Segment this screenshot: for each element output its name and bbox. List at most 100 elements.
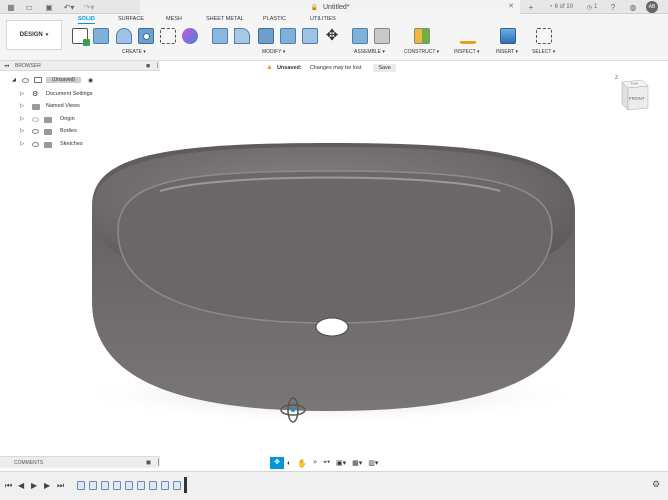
extrude-icon[interactable] [93, 28, 109, 44]
timeline-feature-sketch[interactable] [77, 481, 85, 490]
timeline-settings-icon[interactable]: ⚙ [652, 479, 660, 490]
comments-pin-icon[interactable]: ▕ [154, 459, 159, 466]
expand-arrow-icon[interactable]: ◢ [12, 77, 16, 83]
new-component-icon[interactable] [352, 28, 368, 44]
visibility-eye-icon[interactable] [32, 129, 39, 134]
browser-settings-icon[interactable]: ◼ [146, 63, 150, 69]
rectangular-pattern-icon[interactable] [160, 28, 176, 44]
construct-menu[interactable]: CONSTRUCT ▾ [404, 49, 439, 55]
user-avatar[interactable]: AB [646, 1, 658, 13]
help-icon[interactable]: ? [608, 2, 618, 12]
save-link[interactable]: Save [373, 63, 396, 72]
tab-surface[interactable]: SURFACE [118, 16, 144, 22]
select-window-icon[interactable] [536, 28, 552, 44]
browser-title: BROWSER [15, 63, 41, 69]
timeline-marker[interactable] [184, 477, 187, 493]
insert-image-icon[interactable] [500, 28, 516, 44]
browser-item-document-settings[interactable]: ▷ ⚙ Document Settings [0, 89, 160, 100]
tab-sheet-metal[interactable]: SHEET METAL [206, 16, 244, 22]
form-icon[interactable] [182, 28, 198, 44]
undo-icon[interactable]: ↶▾ [62, 2, 76, 12]
globe-icon[interactable]: ◍ [628, 2, 638, 12]
press-pull-icon[interactable] [212, 28, 228, 44]
play-icon[interactable]: ▶ [31, 481, 37, 490]
workspace-switcher[interactable]: DESIGN ▾ [6, 20, 62, 50]
create-menu[interactable]: CREATE ▾ [122, 49, 146, 55]
joint-icon[interactable] [374, 28, 390, 44]
visibility-eye-icon[interactable] [22, 78, 29, 83]
app-grid-icon[interactable]: ▦ [6, 2, 16, 12]
timeline-feature-hole[interactable] [149, 481, 157, 490]
browser-item-bodies[interactable]: ▷ Bodies [0, 126, 160, 137]
save-icon[interactable]: ▣ [44, 2, 54, 12]
orbit-icon[interactable]: ✥ [270, 457, 284, 469]
comments-panel[interactable]: COMMENTS ◼ ▕ [0, 456, 160, 468]
display-settings-icon[interactable]: ▣▾ [336, 459, 346, 467]
timeline-feature-sketch[interactable] [89, 481, 97, 490]
viewports-icon[interactable]: ▥▾ [368, 459, 378, 467]
close-tab-icon[interactable]: ✕ [508, 2, 514, 10]
browser-item-sketches[interactable]: ▷ Sketches [0, 139, 160, 150]
fillet-icon[interactable] [234, 28, 250, 44]
shell-icon[interactable] [258, 28, 274, 44]
tab-plastic[interactable]: PLASTIC [263, 16, 286, 22]
browser-item-label: Document Settings [46, 91, 93, 97]
timeline-feature-fillet[interactable] [125, 481, 133, 490]
job-status-text: 6 of 10 [554, 4, 573, 10]
tab-mesh[interactable]: MESH [166, 16, 182, 22]
browser-item-named-views[interactable]: ▷ Named Views [0, 101, 160, 112]
zoom-icon[interactable]: ⌕ [313, 459, 317, 467]
timeline-feature-extrude[interactable] [101, 481, 109, 490]
grid-settings-icon[interactable]: ▦▾ [352, 459, 362, 467]
view-cube[interactable]: Z TOP FRONT [615, 75, 650, 114]
expand-arrow-icon[interactable]: ▷ [20, 128, 24, 134]
document-tab[interactable]: 🔒 Untitled* ✕ [140, 0, 520, 14]
hole-icon[interactable] [138, 28, 154, 44]
view-cube-front-label[interactable]: FRONT [629, 96, 645, 101]
expand-arrow-icon[interactable]: ▷ [20, 141, 24, 147]
tab-solid[interactable]: SOLID [78, 16, 95, 24]
step-forward-icon[interactable]: ▶ [44, 481, 50, 490]
collapse-arrow-icon[interactable]: ◂◂ [4, 63, 9, 69]
browser-pin-icon[interactable]: ▕ [154, 63, 158, 69]
hidden-eye-icon[interactable] [32, 117, 39, 122]
expand-arrow-icon[interactable]: ▷ [20, 91, 24, 97]
file-menu-icon[interactable]: ▭ [24, 2, 34, 12]
combine-icon[interactable] [280, 28, 296, 44]
comments-settings-icon[interactable]: ◼ [146, 459, 151, 466]
tab-utilities[interactable]: UTILITIES [310, 16, 336, 22]
timeline-feature-fillet[interactable] [161, 481, 169, 490]
revolve-icon[interactable] [116, 28, 132, 44]
create-sketch-icon[interactable] [72, 28, 90, 46]
expand-arrow-icon[interactable]: ▷ [20, 103, 24, 109]
view-cube-top-label[interactable]: TOP [630, 81, 638, 86]
expand-arrow-icon[interactable]: ▷ [20, 116, 24, 122]
inspect-menu[interactable]: INSPECT ▾ [454, 49, 480, 55]
timeline-feature-fillet[interactable] [113, 481, 121, 490]
look-at-icon[interactable]: ◐ [287, 460, 291, 467]
redo-icon[interactable]: ↷▾ [82, 2, 96, 12]
browser-item-origin[interactable]: ▷ Origin [0, 114, 160, 125]
new-tab-icon[interactable]: + [526, 2, 536, 12]
go-to-start-icon[interactable]: ⏮ [5, 481, 12, 491]
notifications[interactable]: ◷ 1 [584, 2, 600, 12]
timeline-feature-shell[interactable] [137, 481, 145, 490]
select-menu[interactable]: SELECT ▾ [532, 49, 555, 55]
job-status[interactable]: ◔ 6 of 10 [544, 2, 578, 12]
measure-icon[interactable] [460, 28, 476, 44]
offset-plane-icon[interactable] [414, 28, 430, 44]
fit-icon[interactable]: ⌖▾ [323, 459, 330, 467]
move-icon[interactable]: ✥ [324, 28, 340, 44]
step-back-icon[interactable]: ◀ [18, 481, 24, 490]
browser-root-row[interactable]: ◢ (Unsaved) ◉ [0, 75, 160, 86]
pan-icon[interactable]: ✋ [297, 459, 307, 468]
modify-menu[interactable]: MODIFY ▾ [262, 49, 285, 55]
split-body-icon[interactable] [302, 28, 318, 44]
timeline-feature-fillet[interactable] [173, 481, 181, 490]
activate-radio-icon[interactable]: ◉ [88, 77, 93, 84]
insert-menu[interactable]: INSERT ▾ [496, 49, 518, 55]
comments-title: COMMENTS [14, 460, 44, 466]
visibility-eye-icon[interactable] [32, 142, 39, 147]
assemble-menu[interactable]: ASSEMBLE ▾ [354, 49, 385, 55]
go-to-end-icon[interactable]: ⏭ [57, 481, 64, 491]
